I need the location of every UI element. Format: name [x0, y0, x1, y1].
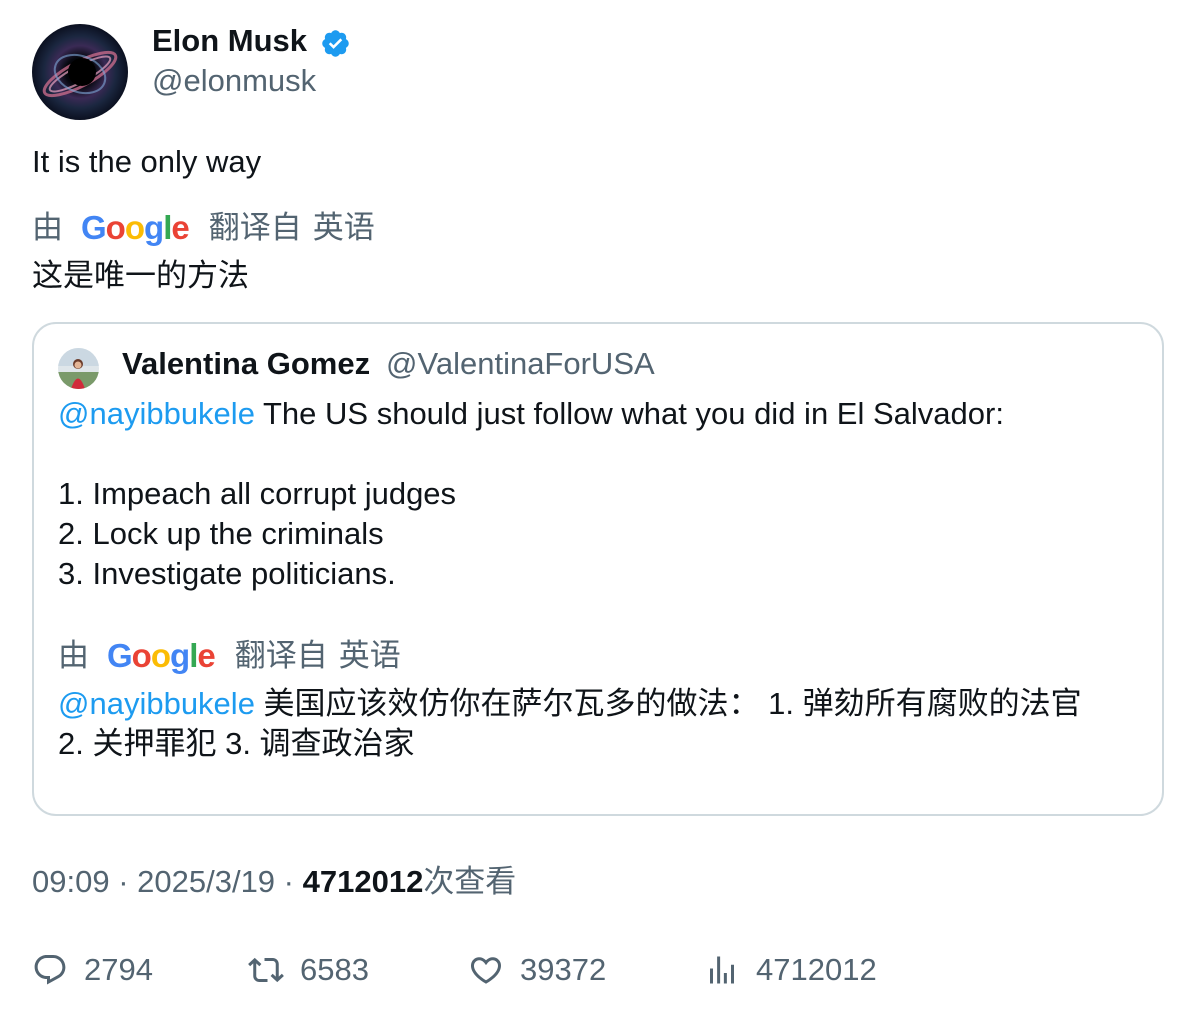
retweet-count: 6583	[300, 952, 369, 987]
author-avatar[interactable]	[32, 24, 128, 120]
author-name[interactable]: Elon Musk	[152, 22, 307, 60]
views-label: 次查看	[423, 864, 517, 899]
meta-separator: ·	[275, 864, 303, 899]
quote-body: @nayibbukele The US should just follow w…	[58, 394, 1004, 594]
mention-link[interactable]: @nayibbukele	[58, 686, 255, 721]
quote-list-item: 1. Impeach all corrupt judges	[58, 476, 457, 511]
quote-list-item: 2. Lock up the criminals	[58, 516, 384, 551]
meta-separator: ·	[109, 864, 138, 899]
quote-translated-line: 美国应该效仿你在萨尔瓦多的做法： 1. 弹劾所有腐败的法官	[254, 686, 1082, 721]
views-action-count: 4712012	[756, 952, 877, 987]
tweet-meta: 09:09 · 2025/3/19 · 4712012次查看	[32, 862, 516, 902]
tweet-text: It is the only way	[32, 144, 262, 179]
reply-button[interactable]: 2794	[32, 950, 153, 990]
heart-icon	[470, 957, 502, 984]
source-language: 英语	[338, 638, 401, 673]
quoted-tweet-card[interactable]: Valentina Gomez @ValentinaForUSA @nayibb…	[32, 322, 1164, 816]
quote-translated-text: @nayibbukele 美国应该效仿你在萨尔瓦多的做法： 1. 弹劾所有腐败的…	[58, 684, 1082, 764]
translated-from-label: 翻译自	[234, 638, 328, 673]
google-logo-icon: Google	[107, 637, 216, 674]
analytics-icon	[710, 956, 734, 984]
verified-badge-icon	[322, 30, 349, 57]
quote-list-item: 3. Investigate politicians.	[58, 556, 396, 591]
translation-attribution: 由 Google 翻译自 英语	[32, 208, 375, 248]
quote-translation-attribution: 由 Google 翻译自 英语	[58, 636, 401, 676]
views-button[interactable]: 4712012	[704, 950, 877, 990]
tweet-time[interactable]: 09:09	[32, 864, 110, 899]
like-button[interactable]: 39372	[468, 950, 606, 990]
translated-by-label: 由	[58, 638, 89, 673]
quote-author-handle: @ValentinaForUSA	[386, 346, 655, 381]
tweet-date[interactable]: 2025/3/19	[137, 864, 275, 899]
quote-author-avatar	[58, 348, 99, 389]
quote-text-line: The US should just follow what you did i…	[254, 396, 1004, 431]
reply-count: 2794	[84, 952, 153, 987]
retweet-button[interactable]: 6583	[248, 950, 369, 990]
translated-from-label: 翻译自	[208, 210, 302, 245]
source-language: 英语	[312, 210, 375, 245]
like-count: 39372	[520, 952, 607, 987]
quote-translated-line: 2. 关押罪犯 3. 调查政治家	[58, 726, 415, 761]
quote-author-name: Valentina Gomez	[122, 346, 371, 381]
mention-link[interactable]: @nayibbukele	[58, 396, 255, 431]
tweet-translated-text: 这是唯一的方法	[32, 258, 249, 293]
reply-icon	[34, 955, 66, 985]
translated-by-label: 由	[32, 210, 63, 245]
author-handle[interactable]: @elonmusk	[152, 62, 316, 100]
views-count: 4712012	[302, 864, 424, 899]
retweet-icon	[248, 957, 284, 983]
google-logo-icon: Google	[81, 209, 190, 246]
